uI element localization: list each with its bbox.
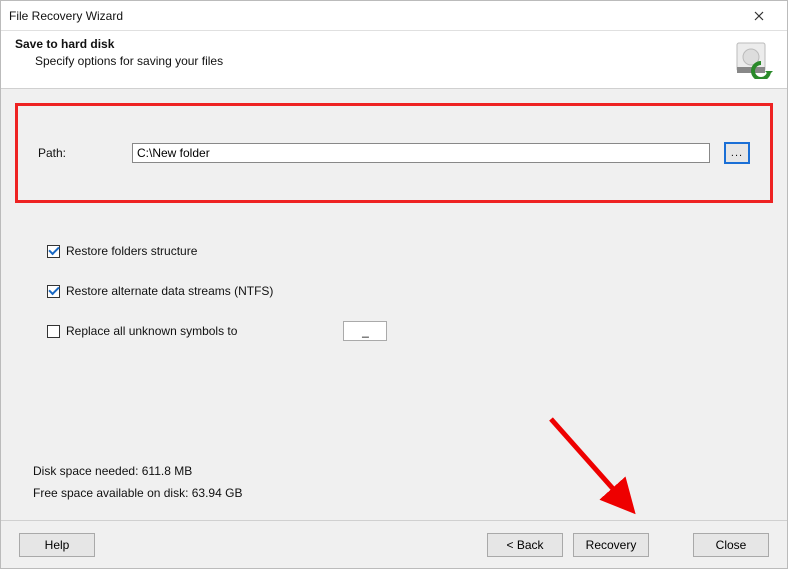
option-replace-symbols: Replace all unknown symbols to	[47, 311, 773, 351]
option-restore-folders: Restore folders structure	[47, 231, 773, 271]
wizard-footer: Help < Back Recovery Close	[1, 520, 787, 568]
back-button[interactable]: < Back	[487, 533, 563, 557]
restore-folders-label: Restore folders structure	[66, 244, 197, 258]
replace-symbols-input[interactable]	[343, 321, 387, 341]
recovery-button[interactable]: Recovery	[573, 533, 649, 557]
disk-needed: Disk space needed: 611.8 MB	[33, 460, 242, 482]
close-button[interactable]: Close	[693, 533, 769, 557]
wizard-content: Path: ... Restore folders structure Rest…	[1, 89, 787, 520]
disk-free: Free space available on disk: 63.94 GB	[33, 482, 242, 504]
help-button[interactable]: Help	[19, 533, 95, 557]
hdd-recover-icon	[733, 39, 773, 79]
disk-info: Disk space needed: 611.8 MB Free space a…	[33, 460, 242, 504]
close-icon[interactable]	[739, 4, 779, 28]
titlebar: File Recovery Wizard	[1, 1, 787, 31]
header-subtitle: Specify options for saving your files	[35, 54, 773, 68]
restore-folders-checkbox[interactable]	[47, 245, 60, 258]
restore-ads-label: Restore alternate data streams (NTFS)	[66, 284, 273, 298]
header-title: Save to hard disk	[15, 37, 773, 51]
path-input[interactable]	[132, 143, 710, 163]
browse-button[interactable]: ...	[724, 142, 750, 164]
path-label: Path:	[38, 146, 118, 160]
options-group: Restore folders structure Restore altern…	[47, 231, 773, 351]
annotation-arrow-icon	[541, 409, 661, 529]
replace-symbols-checkbox[interactable]	[47, 325, 60, 338]
window-title: File Recovery Wizard	[9, 9, 123, 23]
restore-ads-checkbox[interactable]	[47, 285, 60, 298]
path-highlight-box: Path: ...	[15, 103, 773, 203]
wizard-header: Save to hard disk Specify options for sa…	[1, 31, 787, 89]
option-restore-ads: Restore alternate data streams (NTFS)	[47, 271, 773, 311]
replace-symbols-label: Replace all unknown symbols to	[66, 324, 237, 338]
